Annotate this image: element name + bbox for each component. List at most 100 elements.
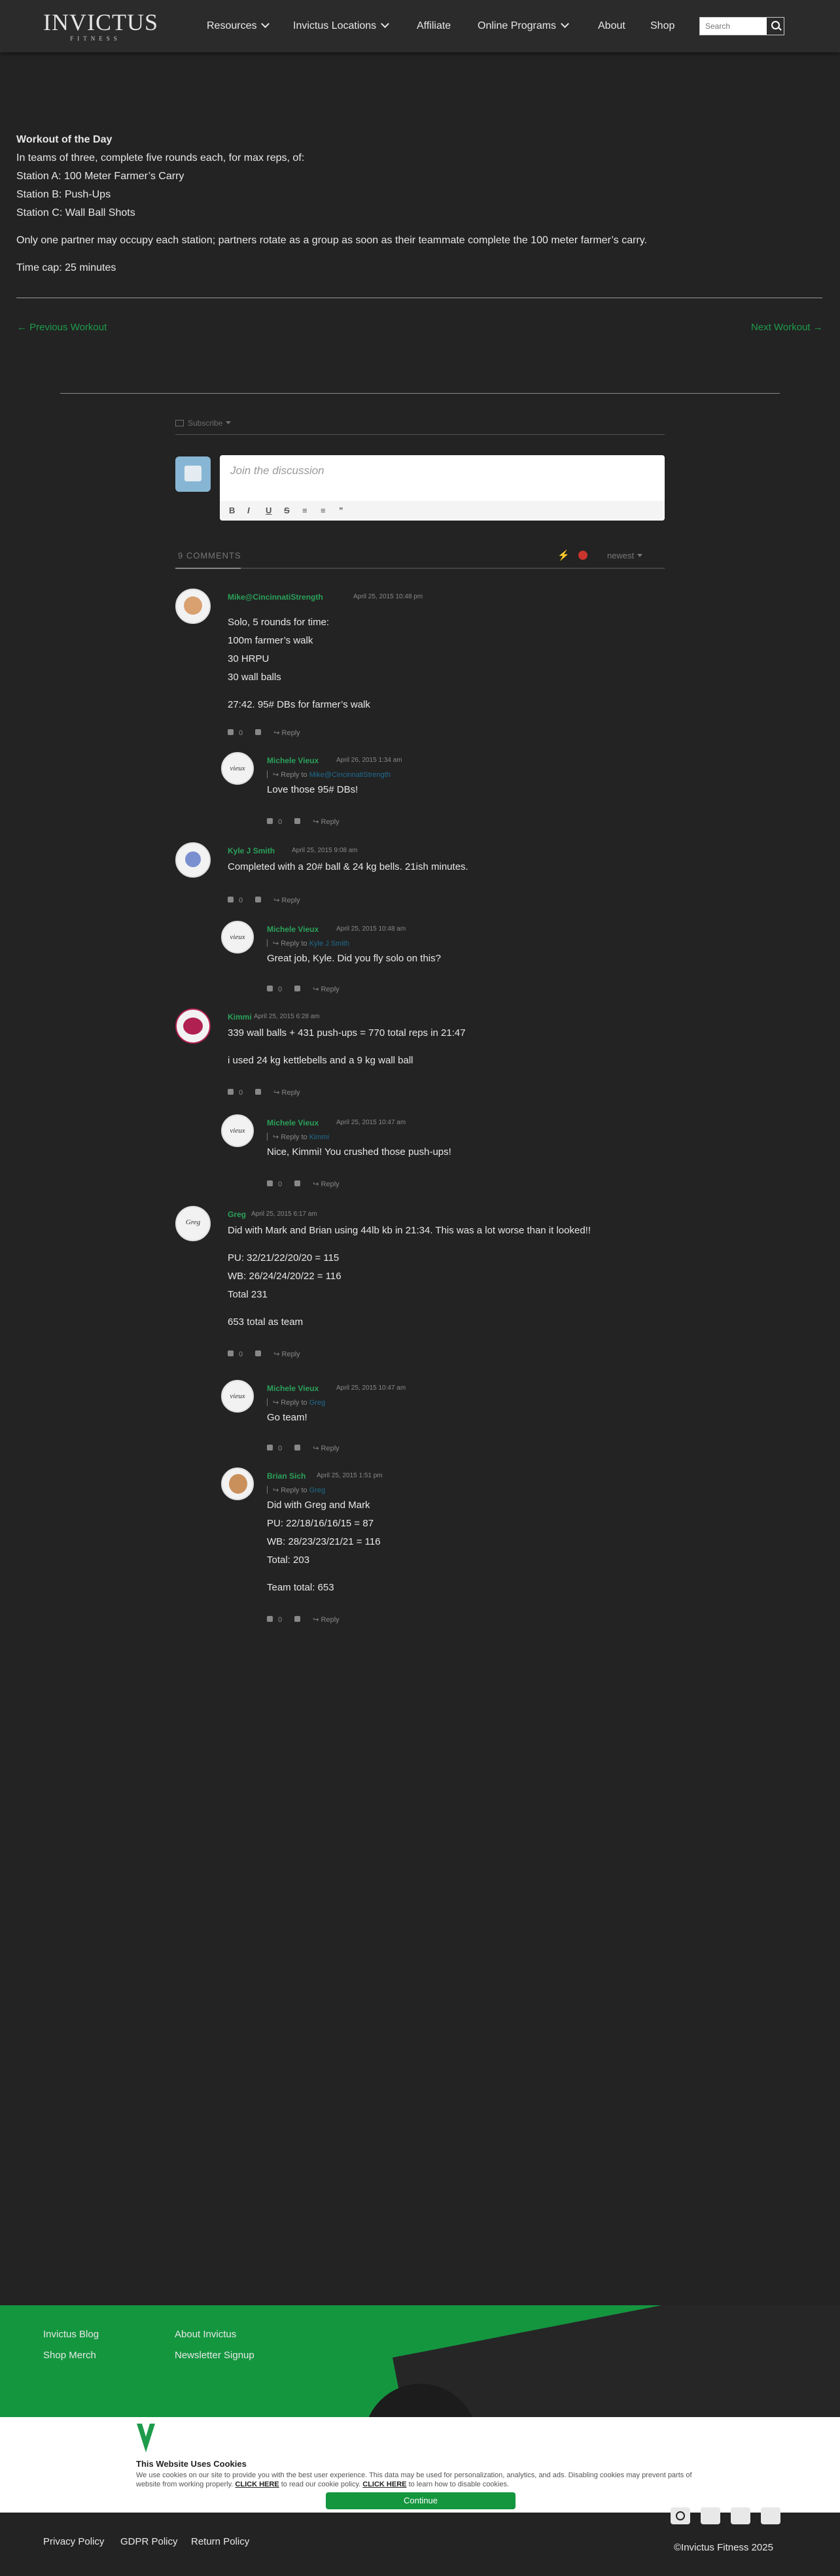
avatar[interactable]: vieux	[221, 1114, 254, 1147]
facebook-icon[interactable]	[761, 2507, 780, 2524]
footer-link-shop-merch[interactable]: Shop Merch	[43, 2350, 96, 2361]
comment-date[interactable]: April 25, 2015 6:28 am	[254, 1013, 320, 1020]
comment-author[interactable]: Michele Vieux	[267, 925, 319, 934]
twitter-icon[interactable]	[701, 2507, 720, 2524]
comment-author[interactable]: Mike@CincinnatiStrength	[228, 592, 323, 602]
avatar[interactable]: vieux	[221, 752, 254, 785]
search-button[interactable]	[767, 18, 784, 35]
reply-button[interactable]: ↪ Reply	[273, 729, 305, 737]
footer-link-about-invictus[interactable]: About Invictus	[175, 2329, 236, 2340]
instagram-icon[interactable]	[671, 2507, 690, 2524]
reply-button[interactable]: ↪ Reply	[313, 1616, 344, 1624]
comment-author[interactable]: Brian Sich	[267, 1471, 306, 1481]
ordered-list-button[interactable]: ≡	[302, 506, 307, 515]
reply-button[interactable]: ↪ Reply	[273, 1350, 305, 1358]
quote-button[interactable]: ”	[339, 506, 343, 515]
avatar[interactable]: vieux	[221, 921, 254, 953]
comment-date[interactable]: April 25, 2015 6:17 am	[251, 1211, 317, 1218]
reply-button[interactable]: ↪ Reply	[313, 1445, 344, 1452]
lightning-icon[interactable]: ⚡	[557, 549, 570, 561]
next-workout-link[interactable]: Next Workout →	[751, 322, 823, 333]
strikethrough-button[interactable]: S	[284, 506, 290, 515]
privacy-policy-link[interactable]: Privacy Policy	[43, 2536, 104, 2547]
upvote-button[interactable]: 0	[267, 986, 287, 993]
thumbs-down-icon	[255, 1350, 262, 1356]
downvote-button[interactable]	[294, 1180, 306, 1188]
menu-item-online-programs[interactable]: Online Programs	[478, 18, 569, 34]
reply-to-user[interactable]: Greg	[309, 1399, 325, 1407]
comment-author[interactable]: Michele Vieux	[267, 1118, 319, 1127]
heart-icon[interactable]	[578, 551, 587, 560]
avatar[interactable]: Greg	[175, 1206, 211, 1241]
youtube-icon[interactable]	[731, 2507, 750, 2524]
sort-dropdown[interactable]: newest	[607, 551, 643, 560]
upvote-button[interactable]: 0	[267, 818, 287, 826]
subscribe-button[interactable]: Subscribe	[175, 419, 232, 428]
downvote-button[interactable]	[255, 1350, 266, 1358]
comment-date[interactable]: April 25, 2015 9:08 am	[292, 847, 358, 854]
downvote-button[interactable]	[294, 986, 306, 993]
menu-item-shop[interactable]: Shop	[650, 18, 674, 34]
comment-date[interactable]: April 26, 2015 1:34 am	[336, 757, 402, 764]
reply-button[interactable]: ↪ Reply	[273, 897, 305, 904]
upvote-button[interactable]: 0	[228, 1089, 248, 1097]
menu-item-resources[interactable]: Resources	[207, 18, 270, 34]
comment-composer[interactable]: Join the discussion B I U S ≡ ≡ ”	[220, 455, 665, 521]
previous-workout-link[interactable]: ← Previous Workout	[17, 322, 107, 333]
comment-author[interactable]: Kyle J Smith	[228, 846, 275, 855]
menu-item-invictus-locations[interactable]: Invictus Locations	[293, 18, 390, 34]
join-discussion-input[interactable]: Join the discussion	[230, 464, 324, 477]
comment-author[interactable]: Michele Vieux	[267, 1384, 319, 1393]
upvote-button[interactable]: 0	[228, 897, 248, 904]
reply-button[interactable]: ↪ Reply	[313, 1180, 344, 1188]
comment-author[interactable]: Kimmi	[228, 1012, 252, 1022]
upvote-button[interactable]: 0	[228, 729, 248, 737]
search-input[interactable]	[700, 18, 776, 35]
underline-button[interactable]: U	[266, 506, 271, 515]
comment-date[interactable]: April 25, 2015 10:47 am	[336, 1384, 406, 1392]
upvote-button[interactable]: 0	[228, 1350, 248, 1358]
comment-date[interactable]: April 25, 2015 1:51 pm	[317, 1472, 383, 1479]
avatar[interactable]	[175, 589, 211, 624]
comment-author[interactable]: Greg	[228, 1210, 246, 1219]
reply-button[interactable]: ↪ Reply	[313, 818, 344, 826]
footer-link-newsletter-signup[interactable]: Newsletter Signup	[175, 2350, 254, 2361]
reply-to-user[interactable]: Kimmi	[309, 1133, 330, 1141]
unordered-list-button[interactable]: ≡	[321, 506, 326, 515]
comments-count[interactable]: 9 COMMENTS	[178, 551, 241, 560]
menu-item-about[interactable]: About	[598, 18, 625, 34]
bold-button[interactable]: B	[229, 506, 235, 515]
reply-to-user[interactable]: Kyle J Smith	[309, 940, 349, 948]
italic-button[interactable]: I	[247, 506, 250, 515]
comment-author[interactable]: Michele Vieux	[267, 756, 319, 765]
gdpr-policy-link[interactable]: GDPR Policy	[120, 2536, 178, 2547]
downvote-button[interactable]	[255, 1089, 266, 1097]
avatar[interactable]	[175, 842, 211, 878]
comment-date[interactable]: April 25, 2015 10:48 am	[336, 925, 406, 933]
upvote-button[interactable]: 0	[267, 1445, 287, 1452]
disable-cookies-link[interactable]: CLICK HERE	[362, 2481, 406, 2488]
avatar[interactable]	[175, 1008, 211, 1044]
avatar[interactable]: vieux	[221, 1380, 254, 1413]
cookie-policy-link[interactable]: CLICK HERE	[235, 2481, 279, 2488]
return-policy-link[interactable]: Return Policy	[191, 2536, 249, 2547]
downvote-button[interactable]	[294, 1445, 306, 1452]
avatar-text: Greg	[185, 1218, 201, 1226]
reply-button[interactable]: ↪ Reply	[273, 1089, 305, 1097]
downvote-button[interactable]	[294, 818, 306, 826]
downvote-button[interactable]	[255, 897, 266, 904]
menu-item-affiliate[interactable]: Affiliate	[417, 18, 451, 34]
footer-link-invictus-blog[interactable]: Invictus Blog	[43, 2329, 99, 2340]
continue-button[interactable]: Continue	[326, 2492, 516, 2509]
reply-to-user[interactable]: Mike@CincinnatiStrength	[309, 771, 391, 779]
comment-date[interactable]: April 25, 2015 10:48 pm	[353, 593, 423, 600]
reply-button[interactable]: ↪ Reply	[313, 986, 344, 993]
comment-date[interactable]: April 25, 2015 10:47 am	[336, 1119, 406, 1126]
upvote-button[interactable]: 0	[267, 1180, 287, 1188]
reply-to-user[interactable]: Greg	[309, 1486, 325, 1494]
downvote-button[interactable]	[255, 729, 266, 737]
avatar[interactable]	[221, 1468, 254, 1500]
upvote-button[interactable]: 0	[267, 1616, 287, 1624]
downvote-button[interactable]	[294, 1616, 306, 1624]
comment-line: Great job, Kyle. Did you fly solo on thi…	[267, 953, 441, 964]
